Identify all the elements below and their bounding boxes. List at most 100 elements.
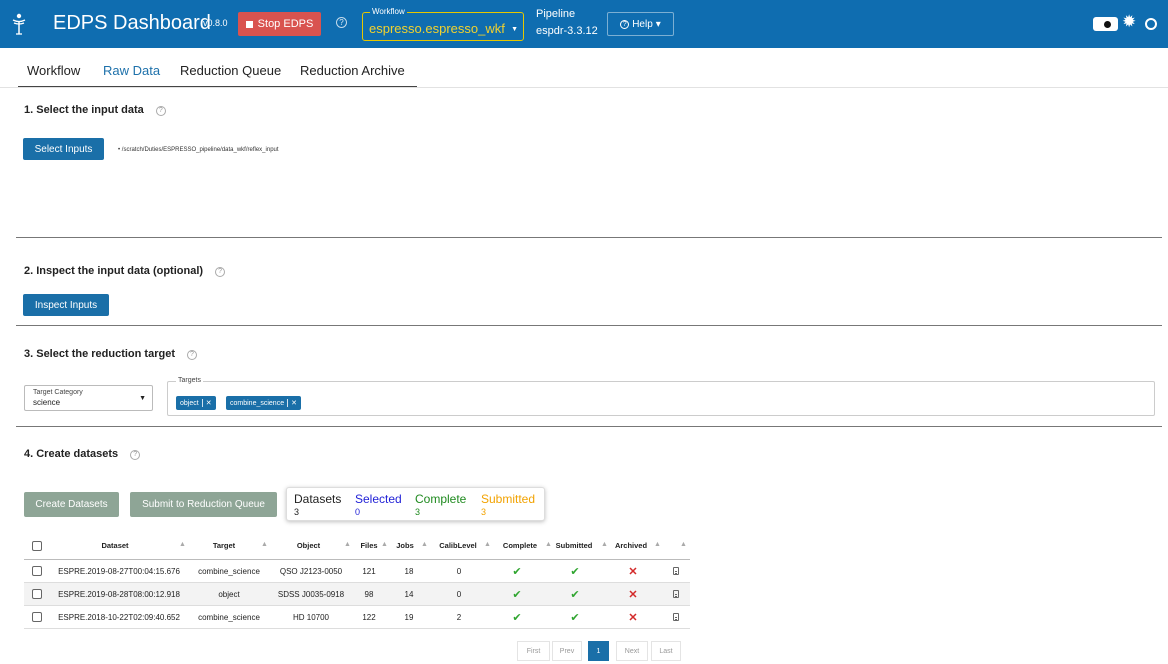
cell-files: 122 <box>362 612 376 622</box>
submit-to-reduction-queue-button[interactable]: Submit to Reduction Queue <box>130 492 277 517</box>
check-icon: ✔ <box>570 611 580 624</box>
stat-value: 3 <box>294 507 300 517</box>
section-3-title-text: 3. Select the reduction target <box>24 348 175 360</box>
tab-workflow[interactable]: Workflow <box>27 63 80 78</box>
col-header-target[interactable]: Target <box>182 532 266 559</box>
help-menu-button[interactable]: ? Help ▾ <box>607 12 674 36</box>
section-2-title-text: 2. Inspect the input data (optional) <box>24 265 204 277</box>
sort-icon[interactable]: ▲ <box>261 541 268 548</box>
cell-dataset: ESPRE.2018-10-22T02:09:40.652 <box>58 612 180 622</box>
inspect-inputs-button[interactable]: Inspect Inputs <box>23 294 109 316</box>
pagination-next[interactable]: Next <box>616 641 648 661</box>
chip-remove-icon[interactable]: ✕ <box>201 399 212 407</box>
cell-target: combine_science <box>198 612 260 622</box>
workflow-select[interactable]: Workflow espresso.espresso_wkf ▼ <box>362 7 524 41</box>
target-category-select[interactable]: Target Category science ▼ <box>24 385 153 411</box>
check-icon: ✔ <box>512 565 522 578</box>
document-icon[interactable] <box>673 590 679 598</box>
pagination-last[interactable]: Last <box>651 641 681 661</box>
stop-icon <box>245 20 253 28</box>
stat-datasets: Datasets 3 <box>294 492 341 517</box>
help-circle-icon[interactable]: ? <box>186 349 197 360</box>
section-3-title: 3. Select the reduction target? <box>24 348 197 360</box>
section-1-title: 1. Select the input data? <box>24 104 166 116</box>
document-icon[interactable] <box>673 613 679 621</box>
check-icon: ✔ <box>570 565 580 578</box>
sort-icon[interactable]: ▲ <box>344 541 351 548</box>
col-header-archived[interactable]: Archived <box>609 532 653 559</box>
cell-calib-level: 0 <box>456 589 462 599</box>
sort-icon[interactable]: ▲ <box>381 541 388 548</box>
row-checkbox[interactable] <box>32 589 42 599</box>
col-header-jobs[interactable]: Jobs <box>390 532 420 559</box>
cell-files: 98 <box>364 589 374 599</box>
document-icon[interactable] <box>673 567 679 575</box>
toggle-knob <box>1104 21 1111 28</box>
cell-calib-level: 2 <box>456 612 462 622</box>
sort-icon[interactable]: ▲ <box>680 541 687 548</box>
table-header-row: Dataset ▲ Target ▲ Object ▲ Files ▲ Jobs… <box>24 532 690 560</box>
cell-files: 121 <box>362 566 376 576</box>
col-header-complete[interactable]: Complete <box>492 532 548 559</box>
sort-icon[interactable]: ▲ <box>484 541 491 548</box>
chip-label: combine_science <box>230 399 285 407</box>
section-2-title: 2. Inspect the input data (optional)? <box>24 265 226 277</box>
table-row[interactable]: ESPRE.2019-08-28T08:00:12.918 object SDS… <box>24 583 690 606</box>
tab-raw-data[interactable]: Raw Data <box>103 63 160 78</box>
stop-edps-button[interactable]: Stop EDPS <box>238 12 321 36</box>
moon-icon[interactable] <box>1145 18 1157 30</box>
help-circle-icon[interactable]: ? <box>130 449 141 460</box>
cross-icon: ✕ <box>628 565 638 578</box>
target-chip-combine-science: combine_science ✕ <box>226 396 301 410</box>
sort-icon[interactable]: ▲ <box>601 541 608 548</box>
col-header-submitted[interactable]: Submitted <box>551 532 597 559</box>
input-path-text: /scratch/Duties/ESPRESSO_pipeline/data_w… <box>121 147 279 153</box>
cell-dataset: ESPRE.2019-08-28T08:00:12.918 <box>58 589 180 599</box>
sort-icon[interactable]: ▲ <box>654 541 661 548</box>
sun-icon[interactable]: ✹ <box>1122 12 1136 32</box>
cell-object: QSO J2123-0050 <box>279 566 343 576</box>
table-row[interactable]: ESPRE.2018-10-22T02:09:40.652 combine_sc… <box>24 606 690 629</box>
main-tabs: Workflow Raw Data Reduction Queue Reduct… <box>18 57 418 87</box>
pipeline-version: espdr-3.3.12 <box>536 25 598 37</box>
workflow-select-label: Workflow <box>370 7 407 16</box>
col-header-dataset[interactable]: Dataset <box>50 532 180 559</box>
sort-icon[interactable]: ▲ <box>421 541 428 548</box>
help-circle-icon[interactable]: ? <box>215 266 226 277</box>
section-4-title: 4. Create datasets? <box>24 448 141 460</box>
pagination-page-1[interactable]: 1 <box>588 641 609 661</box>
targets-multiselect[interactable]: Targets object ✕ combine_science ✕ <box>167 377 1155 416</box>
cell-jobs: 18 <box>404 566 414 576</box>
select-inputs-button[interactable]: Select Inputs <box>23 138 104 160</box>
cell-target: object <box>218 589 240 599</box>
help-circle-icon[interactable]: ? <box>155 105 166 116</box>
table-row[interactable]: ESPRE.2019-08-27T00:04:15.676 combine_sc… <box>24 560 690 583</box>
col-header-object[interactable]: Object <box>271 532 346 559</box>
target-category-value: science <box>33 398 61 407</box>
dataset-stats-card: Datasets 3 Selected 0 Complete 3 Submitt… <box>286 487 545 521</box>
workflow-help-icon[interactable]: ? <box>336 17 347 28</box>
pipeline-info: Pipeline espdr-3.3.12 <box>536 7 598 39</box>
pagination-prev[interactable]: Prev <box>552 641 582 661</box>
row-checkbox[interactable] <box>32 612 42 622</box>
pagination-first[interactable]: First <box>517 641 550 661</box>
col-header-calib-level[interactable]: CalibLevel <box>429 532 487 559</box>
row-checkbox[interactable] <box>32 566 42 576</box>
chip-label: object <box>180 399 199 407</box>
tab-reduction-queue[interactable]: Reduction Queue <box>180 63 281 78</box>
stat-value: 3 <box>415 507 421 517</box>
input-path-item: • /scratch/Duties/ESPRESSO_pipeline/data… <box>118 147 279 153</box>
top-navbar: EDPS Dashboard v0.8.0 Stop EDPS ? Workfl… <box>0 0 1168 48</box>
theme-toggle[interactable] <box>1093 17 1118 31</box>
check-icon: ✔ <box>512 611 522 624</box>
help-circle-icon: ? <box>620 19 630 29</box>
pipeline-label: Pipeline <box>536 8 576 20</box>
stat-label: Complete <box>415 492 467 506</box>
create-datasets-button[interactable]: Create Datasets <box>24 492 119 517</box>
cell-dataset: ESPRE.2019-08-27T00:04:15.676 <box>58 566 180 576</box>
cross-icon: ✕ <box>628 611 638 624</box>
chip-remove-icon[interactable]: ✕ <box>287 399 297 407</box>
tab-reduction-archive[interactable]: Reduction Archive <box>300 63 405 78</box>
select-all-checkbox[interactable] <box>32 540 42 551</box>
cell-object: SDSS J0035-0918 <box>277 589 345 599</box>
